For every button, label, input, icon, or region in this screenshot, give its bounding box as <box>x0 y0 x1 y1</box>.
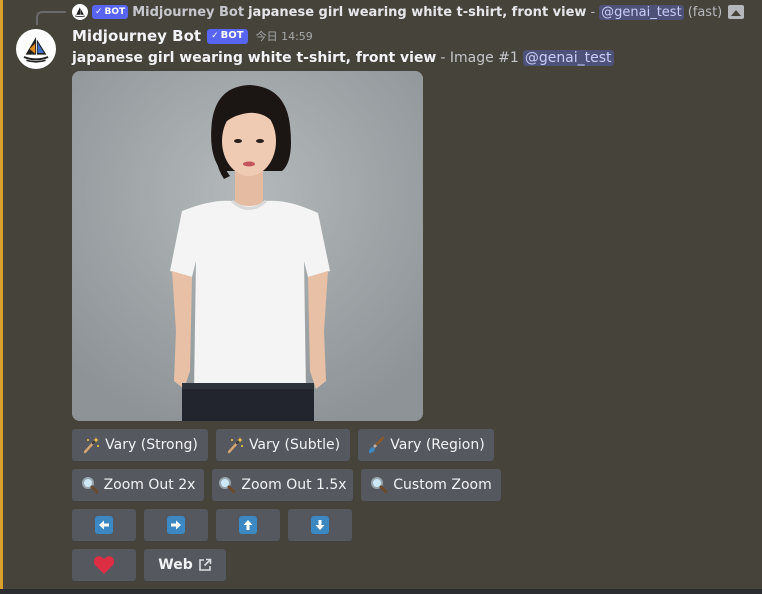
reply-speed: (fast) <box>687 4 723 20</box>
paintbrush-icon <box>367 436 385 454</box>
pan-right-button[interactable] <box>144 509 208 541</box>
timestamp[interactable]: 今日 14:59 <box>256 28 313 44</box>
reply-spine <box>36 11 66 25</box>
reply-avatar[interactable] <box>72 4 88 20</box>
vary-strong-label: Vary (Strong) <box>105 437 198 453</box>
sailboat-logo-icon <box>23 37 49 63</box>
custom-zoom-label: Custom Zoom <box>393 477 492 493</box>
reply-prompt[interactable]: japanese girl wearing white t-shirt, fro… <box>248 5 586 20</box>
magic-wand-icon <box>226 436 244 454</box>
reply-separator: - <box>590 4 596 20</box>
pan-up-button[interactable] <box>216 509 280 541</box>
pan-down-button[interactable] <box>288 509 352 541</box>
magnifier-icon <box>370 476 388 494</box>
discord-message-view: ✓ BOT Midjourney Bot japanese girl weari… <box>0 0 762 594</box>
author-name[interactable]: Midjourney Bot <box>72 27 201 45</box>
avatar[interactable] <box>16 29 56 69</box>
vary-region-label: Vary (Region) <box>390 437 485 453</box>
external-link-icon <box>198 558 212 572</box>
reply-bot-tag-label: BOT <box>104 7 126 17</box>
zoom-out-1-5x-button[interactable]: Zoom Out 1.5x <box>212 469 353 501</box>
vary-subtle-label: Vary (Subtle) <box>248 437 341 453</box>
verified-check-icon: ✓ <box>211 31 219 41</box>
arrow-left-icon <box>95 516 113 534</box>
pan-left-button[interactable] <box>72 509 136 541</box>
generated-image[interactable] <box>72 71 423 421</box>
message-mention[interactable]: @genai_test <box>522 50 614 66</box>
zoom-out-2x-label: Zoom Out 2x <box>103 477 196 493</box>
bot-tag: ✓ BOT <box>207 28 248 44</box>
arrow-up-icon <box>239 516 257 534</box>
reply-bot-tag: ✓ BOT <box>92 5 129 19</box>
favorite-button[interactable] <box>72 549 136 581</box>
magnifier-icon <box>218 476 236 494</box>
magnifier-icon <box>81 476 99 494</box>
sailboat-logo-icon <box>74 7 86 18</box>
zoom-out-2x-button[interactable]: Zoom Out 2x <box>72 469 204 501</box>
vary-strong-button[interactable]: Vary (Strong) <box>72 429 208 461</box>
vary-subtle-button[interactable]: Vary (Subtle) <box>216 429 350 461</box>
heart-icon <box>93 555 115 575</box>
reply-reference[interactable]: ✓ BOT Midjourney Bot japanese girl weari… <box>72 3 745 21</box>
arrow-right-icon <box>167 516 185 534</box>
reply-author[interactable]: Midjourney Bot <box>132 5 244 20</box>
vary-region-button[interactable]: Vary (Region) <box>358 429 494 461</box>
web-button[interactable]: Web <box>144 549 226 581</box>
message-content: japanese girl wearing white t-shirt, fro… <box>72 48 614 68</box>
reply-mention[interactable]: @genai_test <box>599 4 684 20</box>
portrait-illustration <box>72 71 423 421</box>
bot-tag-label: BOT <box>220 30 244 41</box>
image-attachment-icon <box>728 5 745 19</box>
magic-wand-icon <box>82 436 100 454</box>
message-suffix: - Image #1 <box>440 50 519 66</box>
bottom-divider <box>0 589 762 594</box>
highlight-accent-bar <box>0 0 3 594</box>
verified-check-icon: ✓ <box>95 7 103 17</box>
web-label: Web <box>158 557 193 573</box>
message-header: Midjourney Bot ✓ BOT 今日 14:59 <box>72 26 313 46</box>
custom-zoom-button[interactable]: Custom Zoom <box>361 469 501 501</box>
message-prompt: japanese girl wearing white t-shirt, fro… <box>72 50 437 66</box>
arrow-down-icon <box>311 516 329 534</box>
zoom-out-1-5x-label: Zoom Out 1.5x <box>241 477 347 493</box>
